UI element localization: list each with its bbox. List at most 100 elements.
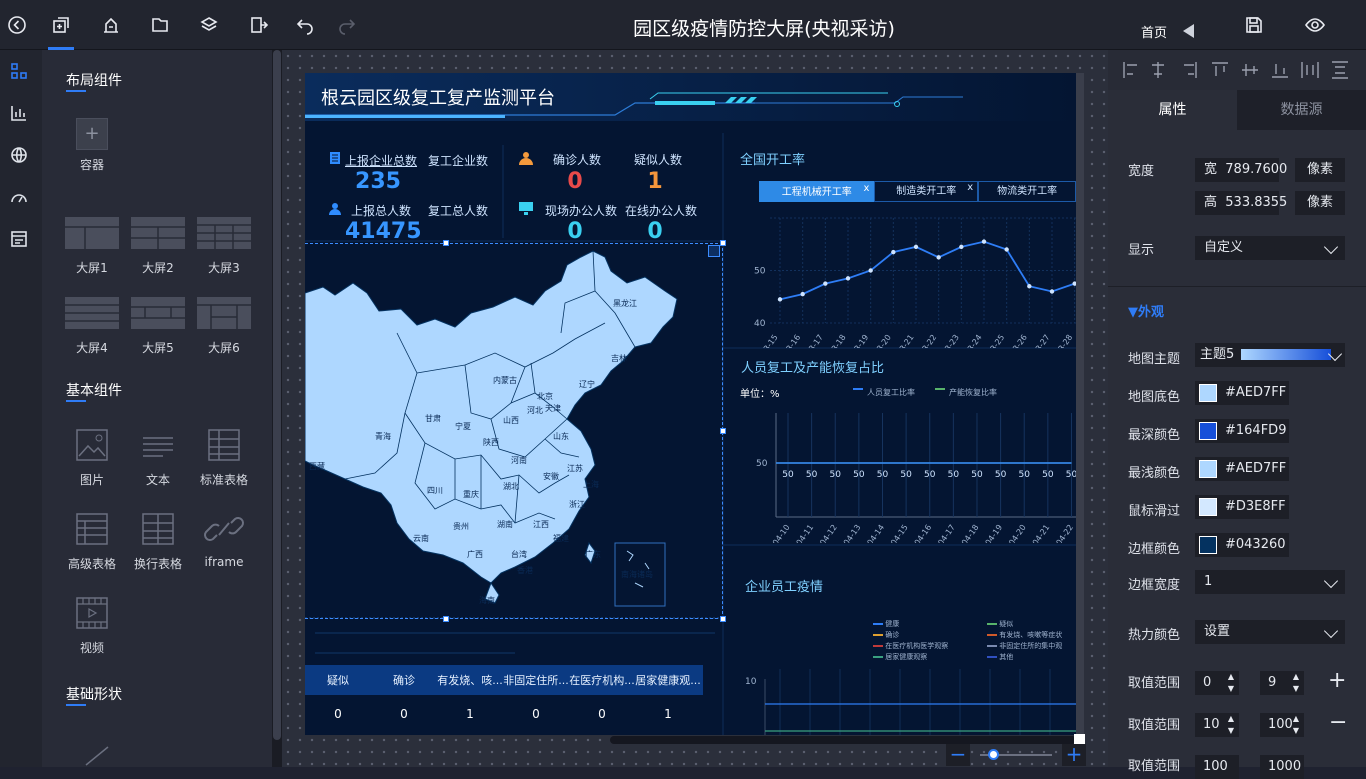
chart2-line-chart[interactable]: 5050 50 50 50 50 50 50 50 50 50 50 50 5004-10 04-11 04… [740, 403, 1076, 543]
align-icons[interactable] [1108, 50, 1366, 90]
folder-icon[interactable] [147, 12, 173, 38]
map-theme-select[interactable]: 主题5 [1195, 343, 1345, 367]
data-point[interactable] [777, 297, 783, 302]
home-link[interactable]: 首页 [1141, 22, 1167, 41]
canvas-vertical-scrollbar[interactable] [1076, 73, 1084, 735]
layout-screen4[interactable]: 大屏4 [59, 296, 125, 356]
x-tick-label: 04-20 [1007, 523, 1028, 543]
text-component[interactable]: 文本 [125, 428, 191, 488]
save-icon[interactable] [1241, 12, 1267, 38]
chevron-down-icon [1323, 239, 1339, 255]
layout-screen2[interactable]: 大屏2 [125, 216, 191, 276]
globe-icon[interactable] [10, 146, 32, 168]
redo-icon[interactable] [334, 12, 360, 38]
stat-onsite-label: 现场办公人数 [545, 204, 618, 218]
lightest-color-picker[interactable]: #AED7FF [1195, 457, 1289, 481]
undo-icon[interactable] [292, 12, 318, 38]
chart1-tab-active[interactable]: 工程机械开工率 x [759, 178, 875, 202]
height-unit-button[interactable]: 像素 [1295, 191, 1345, 215]
data-point[interactable] [891, 249, 896, 255]
standard-table-component[interactable]: 标准表格 [191, 428, 257, 488]
add-component-icon[interactable] [48, 12, 74, 50]
border-color-label: 边框颜色 [1128, 542, 1181, 557]
data-point[interactable] [913, 244, 919, 250]
base-color-picker[interactable]: #AED7FF [1195, 381, 1289, 405]
range-max-input[interactable]: 100 ▲ ▼ [1260, 713, 1304, 737]
data-point[interactable] [823, 281, 828, 286]
container-component[interactable]: + 容器 [59, 118, 125, 173]
data-point[interactable] [800, 291, 805, 297]
chart1-tab[interactable]: 制造类开工率 x [874, 178, 979, 202]
layout-screen5[interactable]: 大屏5 [125, 296, 191, 356]
preview-eye-icon[interactable] [1302, 12, 1328, 38]
display-select[interactable]: 自定义 [1195, 236, 1345, 260]
tab-datasource[interactable]: 数据源 [1237, 90, 1366, 130]
panel-scrollbar[interactable] [272, 50, 282, 767]
selected-component-frame[interactable] [305, 243, 723, 619]
zoom-out-button[interactable]: − [946, 744, 970, 766]
width-unit-button[interactable]: 像素 [1295, 158, 1345, 182]
line-shape-icon[interactable] [84, 745, 112, 767]
advanced-table-icon [76, 513, 108, 545]
appearance-section[interactable]: ▼外观 [1128, 301, 1164, 320]
range-max-input[interactable]: 9 ▲ ▼ [1260, 671, 1304, 695]
data-source-icon[interactable] [98, 12, 124, 38]
resize-handle[interactable] [443, 616, 449, 622]
collapse-left-icon[interactable] [1183, 24, 1194, 38]
resize-handle[interactable] [720, 240, 726, 246]
layout4-icon [65, 297, 119, 329]
zoom-in-button[interactable]: + [1062, 744, 1086, 766]
tab-close-icon[interactable]: x [864, 178, 870, 199]
canvas-horizontal-scrollbar[interactable] [610, 736, 1076, 744]
resize-handle[interactable] [720, 616, 726, 622]
image-component[interactable]: 图片 [59, 428, 125, 488]
resize-handle[interactable] [443, 240, 449, 246]
width-input[interactable]: 宽 789.7600 [1195, 158, 1287, 182]
range-min-input[interactable]: 0 ▲ ▼ [1195, 671, 1239, 695]
export-icon[interactable] [246, 12, 272, 38]
data-point[interactable] [845, 276, 851, 281]
range-min-input[interactable]: 100 [1195, 755, 1239, 779]
layers-icon[interactable] [196, 12, 222, 38]
back-icon[interactable] [4, 12, 30, 38]
heat-color-select[interactable]: 设置 [1195, 620, 1345, 644]
chart1-line-chart[interactable]: 405003-15 03-16 03-17 03-18 03-19 03-20 03-21 0… [740, 213, 1076, 348]
data-point[interactable] [1049, 289, 1055, 294]
layout-screen1[interactable]: 大屏1 [59, 216, 125, 276]
layout-screen3[interactable]: 大屏3 [191, 216, 257, 276]
border-width-select[interactable]: 1 [1195, 570, 1345, 594]
data-point[interactable] [981, 239, 987, 244]
data-point[interactable] [959, 244, 964, 250]
gauge-icon[interactable] [10, 188, 32, 210]
hover-color-picker[interactable]: #D3E8FF [1195, 495, 1289, 519]
data-point[interactable] [868, 268, 873, 273]
range-min-input[interactable]: 10 ▲ ▼ [1195, 713, 1239, 737]
iframe-component[interactable]: iframe [191, 512, 257, 569]
remove-range-icon[interactable]: − [1329, 710, 1347, 735]
medical-person-icon [519, 152, 533, 165]
left-icon-bar [0, 50, 42, 767]
data-point[interactable] [1027, 284, 1032, 289]
layout-screen6[interactable]: 大屏6 [191, 296, 257, 356]
range-max-input[interactable]: 1000 [1260, 755, 1304, 779]
form-icon[interactable] [10, 230, 32, 252]
tab-close-icon[interactable]: x [967, 178, 973, 197]
component-settings-icon[interactable] [708, 245, 720, 257]
height-input[interactable]: 高 533.8355 [1195, 191, 1287, 215]
add-range-icon[interactable]: + [1328, 668, 1346, 693]
bar-chart-icon[interactable] [10, 104, 32, 126]
chart1-tab[interactable]: 物流类开工率 [978, 181, 1076, 202]
zoom-slider-handle[interactable] [988, 749, 999, 760]
resize-handle[interactable] [720, 428, 726, 434]
layout-grid-icon[interactable] [10, 62, 32, 84]
wrap-table-component[interactable]: 换行表格 [125, 512, 191, 572]
border-color-picker[interactable]: #043260 [1195, 533, 1289, 557]
data-point[interactable] [1004, 247, 1009, 252]
video-component[interactable]: 视频 [59, 596, 125, 656]
chart3-area[interactable]: 10 [740, 669, 1076, 735]
data-point[interactable] [936, 255, 941, 260]
advanced-table-component[interactable]: 高级表格 [59, 512, 125, 572]
deepest-color-picker[interactable]: #164FD9 [1195, 419, 1289, 443]
tab-properties[interactable]: 属性 [1108, 90, 1237, 130]
x-tick-label: 03-22 [918, 333, 939, 348]
